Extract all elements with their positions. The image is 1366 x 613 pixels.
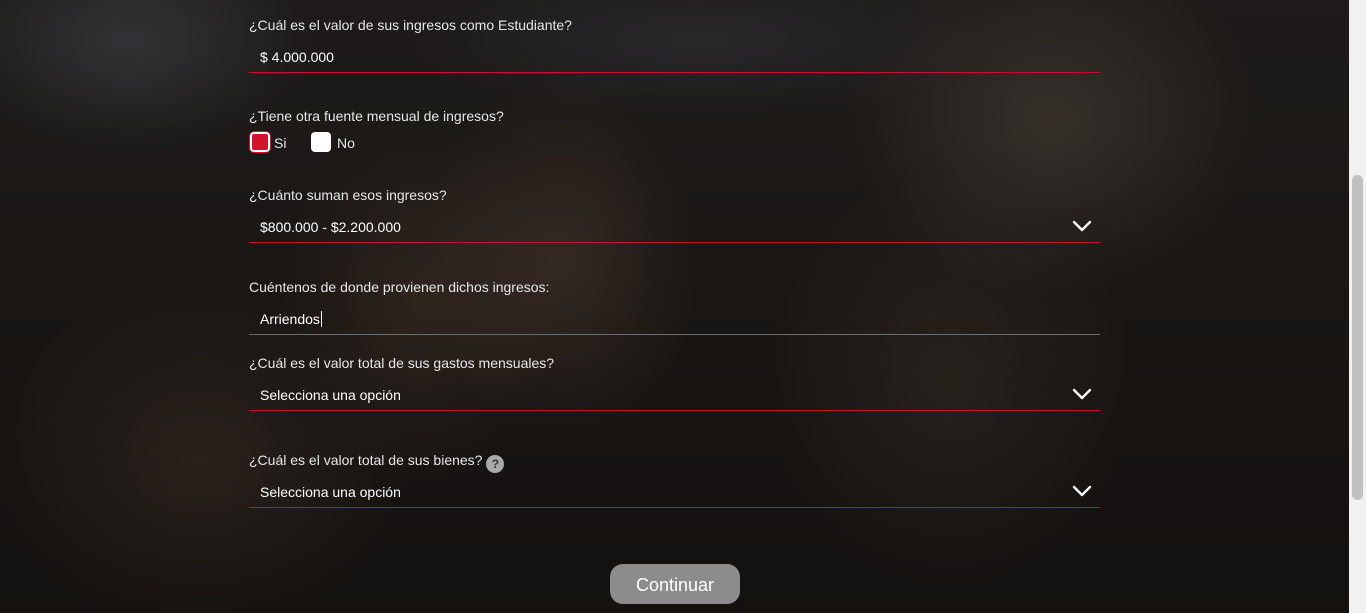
- other-income-label: ¿Tiene otra fuente mensual de ingresos?: [249, 108, 504, 124]
- scrollbar-thumb[interactable]: [1352, 175, 1363, 500]
- student-income-value: $ 4.000.000: [260, 49, 334, 65]
- monthly-expenses-select[interactable]: Selecciona una opción: [249, 381, 1100, 411]
- monthly-expenses-value: Selecciona una opción: [260, 387, 401, 403]
- option-si-label[interactable]: Si: [274, 135, 286, 151]
- other-income-amount-select[interactable]: $800.000 - $2.200.000: [249, 213, 1100, 243]
- assets-label: ¿Cuál es el valor total de sus bienes??: [249, 452, 505, 473]
- other-income-amount-label: ¿Cuánto suman esos ingresos?: [249, 187, 447, 203]
- income-source-input[interactable]: Arriendos: [249, 305, 1100, 335]
- chevron-down-icon: [1072, 388, 1092, 400]
- assets-value: Selecciona una opción: [260, 484, 401, 500]
- monthly-expenses-label: ¿Cuál es el valor total de sus gastos me…: [249, 355, 555, 371]
- chevron-down-icon: [1072, 485, 1092, 497]
- student-income-input[interactable]: $ 4.000.000: [249, 43, 1100, 73]
- assets-label-text: ¿Cuál es el valor total de sus bienes?: [249, 452, 483, 468]
- option-no-checkbox[interactable]: [311, 132, 331, 152]
- option-si-checkbox[interactable]: [250, 132, 270, 152]
- other-income-amount-value: $800.000 - $2.200.000: [260, 219, 401, 235]
- chevron-down-icon: [1072, 220, 1092, 232]
- option-no-label[interactable]: No: [337, 135, 355, 151]
- help-icon[interactable]: ?: [486, 455, 505, 473]
- continue-button[interactable]: Continuar: [610, 564, 740, 604]
- text-cursor: [320, 311, 322, 327]
- student-income-label: ¿Cuál es el valor de sus ingresos como E…: [249, 17, 572, 33]
- income-source-label: Cuéntenos de donde provienen dichos ingr…: [249, 279, 550, 295]
- income-source-text: Arriendos: [260, 311, 320, 327]
- page-scrollbar[interactable]: [1349, 0, 1366, 613]
- income-source-value: Arriendos: [260, 311, 322, 327]
- assets-select[interactable]: Selecciona una opción: [249, 478, 1100, 508]
